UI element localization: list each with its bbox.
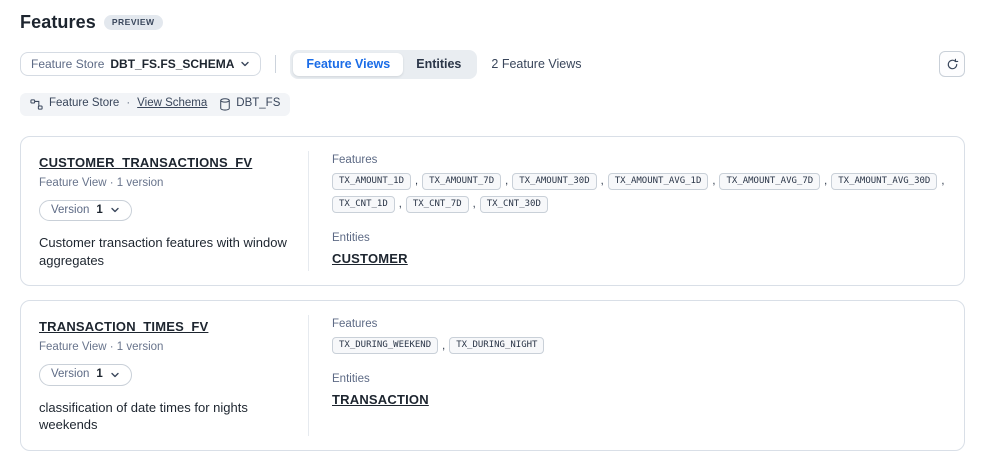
feature-store-dropdown-label: Feature Store	[31, 58, 104, 70]
feature-chip: TX_CNT_7D	[406, 196, 469, 213]
toolbar: Feature Store DBT_FS.FS_SCHEMA Feature V…	[20, 50, 965, 79]
feature-view-description: Customer transaction features with windo…	[39, 234, 290, 269]
breadcrumb-separator: ·	[126, 98, 130, 110]
breadcrumb-database-name: DBT_FS	[236, 98, 280, 110]
features-section-label: Features	[332, 154, 948, 166]
feature-chip-list: TX_AMOUNT_1D TX_AMOUNT_7D TX_AMOUNT_30D TX_…	[332, 173, 948, 213]
chevron-down-icon	[240, 59, 250, 69]
feature-view-description: classification of date times for nights …	[39, 399, 290, 434]
feature-store-schema-icon	[30, 98, 43, 111]
entity-link[interactable]: CUSTOMER	[332, 251, 408, 266]
card-details: Features TX_AMOUNT_1DTX_AMOUNT_7DTX_AMOU…	[309, 137, 964, 286]
entities-section-label: Entities	[332, 373, 948, 385]
entity-link-list: CUSTOMER	[332, 251, 948, 266]
feature-views-count: 2 Feature Views	[491, 57, 581, 71]
version-selector[interactable]: Version 1	[39, 200, 132, 222]
feature-view-subtitle: Feature View · 1 version	[39, 341, 290, 353]
refresh-icon	[946, 58, 959, 71]
feature-view-title-link[interactable]: TRANSACTION_TIMES_FV	[39, 319, 208, 334]
version-label: Version	[51, 369, 89, 381]
tab-entities[interactable]: Entities	[403, 53, 474, 76]
breadcrumb-feature-store: Feature Store	[49, 98, 119, 110]
card-details: Features TX_DURING_WEEKEND TX_DURING_NIGH…	[309, 301, 964, 450]
version-value: 1	[96, 205, 102, 217]
breadcrumb-row: Feature Store · View Schema DBT_FS	[20, 93, 965, 116]
feature-chip: TX_AMOUNT_7D	[422, 173, 501, 190]
feature-store-dropdown[interactable]: Feature Store DBT_FS.FS_SCHEMA	[20, 52, 261, 76]
feature-view-title-link[interactable]: CUSTOMER_TRANSACTIONS_FV	[39, 155, 252, 170]
feature-view-subtitle: Feature View · 1 version	[39, 177, 290, 189]
feature-chip: TX_CNT_1D	[332, 196, 395, 213]
feature-chip: TX_AMOUNT_AVG_1D	[608, 173, 709, 190]
page-header: Features PREVIEW	[20, 12, 965, 33]
page-title: Features	[20, 12, 96, 33]
version-label: Version	[51, 205, 89, 217]
feature-chip: TX_AMOUNT_30D	[512, 173, 596, 190]
view-schema-link[interactable]: View Schema	[137, 98, 207, 110]
feature-chip: TX_AMOUNT_AVG_7D	[719, 173, 820, 190]
entity-link-list: TRANSACTION	[332, 392, 948, 407]
version-selector[interactable]: Version 1	[39, 364, 132, 386]
database-icon	[219, 98, 231, 111]
view-switcher: Feature Views Entities	[290, 50, 477, 79]
feature-view-card-transaction-times: TRANSACTION_TIMES_FV Feature View · 1 ve…	[20, 300, 965, 451]
features-page: Features PREVIEW Feature Store DBT_FS.FS…	[0, 0, 985, 451]
chevron-down-icon	[110, 370, 120, 380]
version-value: 1	[96, 369, 102, 381]
tab-feature-views[interactable]: Feature Views	[293, 53, 403, 76]
feature-chip: TX_AMOUNT_AVG_30D	[831, 173, 937, 190]
feature-view-list: CUSTOMER_TRANSACTIONS_FV Feature View · …	[20, 136, 965, 451]
feature-store-dropdown-value: DBT_FS.FS_SCHEMA	[110, 58, 234, 70]
feature-chip: TX_AMOUNT_1D	[332, 173, 411, 190]
preview-badge: PREVIEW	[104, 15, 163, 30]
entity-link[interactable]: TRANSACTION	[332, 392, 429, 407]
toolbar-divider	[275, 55, 276, 73]
feature-chip-list: TX_DURING_WEEKEND TX_DURING_NIGHT	[332, 337, 948, 354]
card-summary: CUSTOMER_TRANSACTIONS_FV Feature View · …	[21, 137, 308, 286]
feature-chip: TX_DURING_NIGHT	[449, 337, 544, 354]
features-section-label: Features	[332, 318, 948, 330]
card-summary: TRANSACTION_TIMES_FV Feature View · 1 ve…	[21, 301, 308, 450]
feature-chip: TX_DURING_WEEKEND	[332, 337, 438, 354]
refresh-button[interactable]	[939, 51, 965, 77]
entities-section-label: Entities	[332, 232, 948, 244]
chevron-down-icon	[110, 205, 120, 215]
breadcrumb: Feature Store · View Schema DBT_FS	[20, 93, 290, 116]
breadcrumb-database: DBT_FS	[219, 98, 280, 111]
feature-chip: TX_CNT_30D	[480, 196, 548, 213]
feature-view-card-customer-transactions: CUSTOMER_TRANSACTIONS_FV Feature View · …	[20, 136, 965, 287]
